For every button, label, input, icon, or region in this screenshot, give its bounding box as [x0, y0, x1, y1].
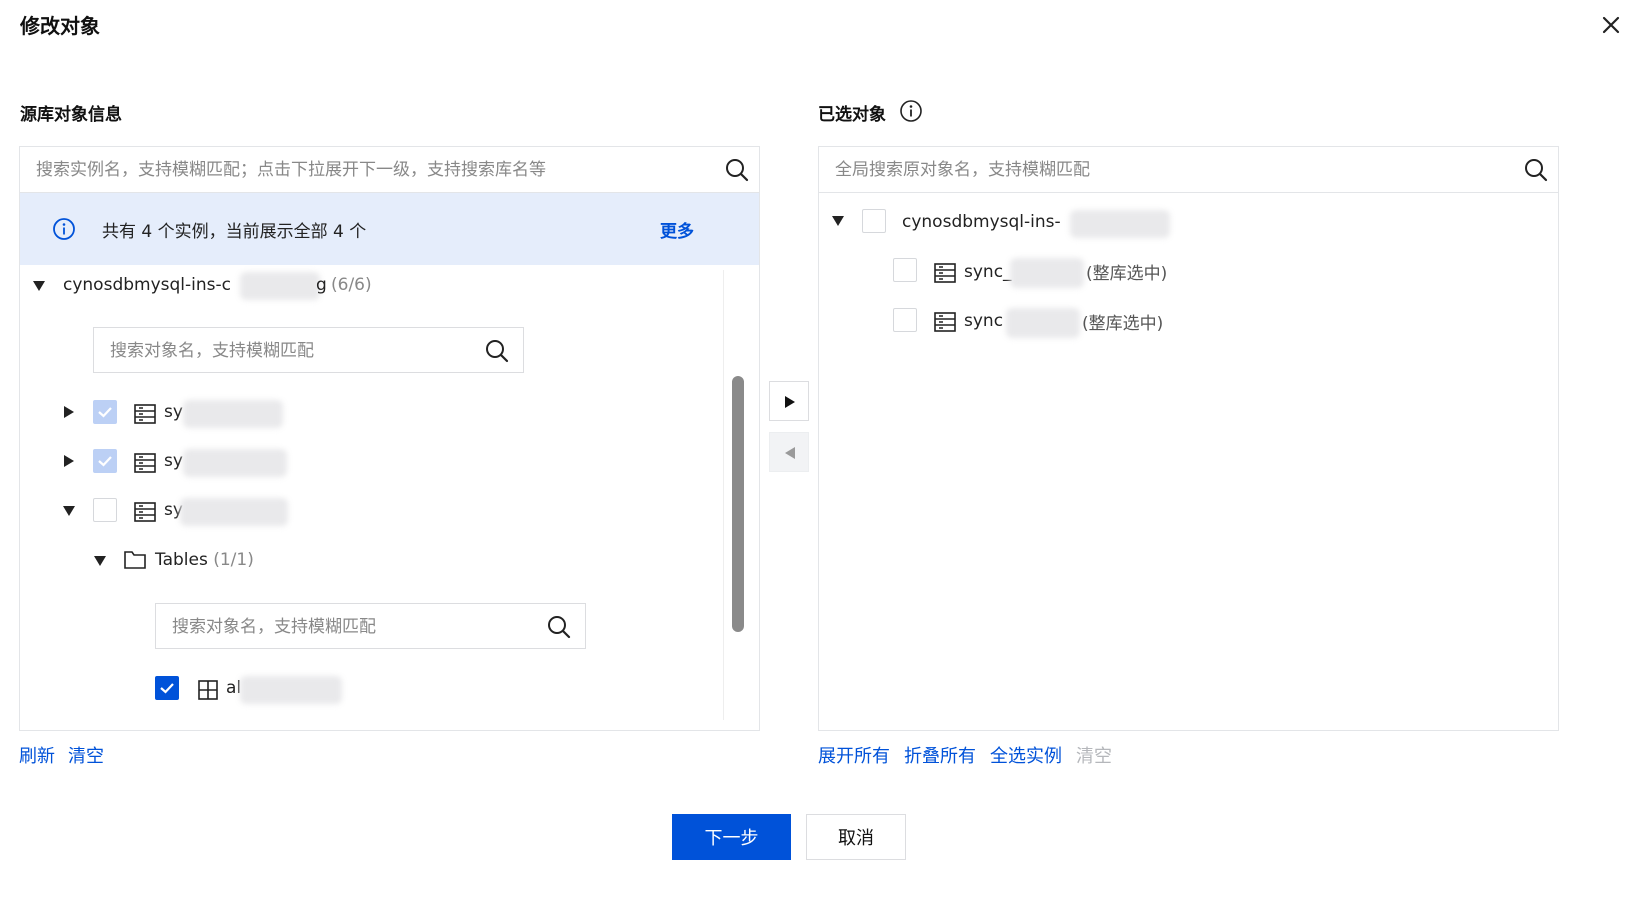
check-icon [98, 456, 112, 467]
source-section-title: 源库对象信息 [20, 105, 122, 125]
caret-down-icon[interactable] [93, 554, 107, 568]
blurred-db-name [180, 498, 288, 526]
blurred-table-name [240, 676, 342, 704]
db-checkbox[interactable] [93, 498, 117, 522]
refresh-link[interactable]: 刷新 [19, 742, 55, 768]
dialog-title: 修改对象 [20, 14, 100, 38]
blurred-selected-instance [1070, 210, 1170, 238]
db-search-input[interactable] [110, 339, 470, 363]
source-clear-link[interactable]: 清空 [68, 742, 104, 768]
instance-name[interactable]: cynosdbmysql-ins-c [63, 275, 231, 295]
selected-db-label[interactable]: sync [964, 311, 1003, 331]
cancel-button[interactable]: 取消 [806, 814, 906, 860]
caret-down-icon[interactable] [831, 214, 845, 228]
selected-db-checkbox[interactable] [893, 308, 917, 332]
check-icon [160, 683, 174, 694]
selected-panel [818, 146, 1559, 731]
database-icon [934, 312, 956, 332]
selected-instance-checkbox[interactable] [862, 209, 886, 233]
selected-clear-link: 清空 [1076, 746, 1112, 767]
caret-right-icon[interactable] [62, 454, 76, 468]
info-icon [53, 218, 75, 240]
search-icon[interactable] [546, 614, 572, 640]
table-search-input[interactable] [172, 615, 532, 639]
blurred-selected-db [1010, 258, 1084, 288]
source-search-bar [20, 147, 759, 193]
select-all-instances-link[interactable]: 全选实例 [990, 742, 1062, 768]
db-checkbox[interactable] [93, 400, 117, 424]
info-icon[interactable] [899, 99, 923, 123]
info-banner: 共有 4 个实例，当前展示全部 4 个 更多 [20, 193, 759, 265]
selected-db-note: (整库选中) [1086, 264, 1168, 284]
database-icon [934, 263, 956, 283]
close-icon[interactable] [1600, 14, 1622, 36]
db-label[interactable]: sy [164, 451, 183, 471]
arrow-right-icon [785, 396, 795, 408]
database-icon [134, 404, 156, 424]
collapse-all-link[interactable]: 折叠所有 [904, 742, 976, 768]
search-icon[interactable] [724, 157, 750, 183]
check-icon [98, 407, 112, 418]
expand-all-link[interactable]: 展开所有 [818, 742, 890, 768]
instance-count: (6/6) [331, 275, 372, 295]
search-icon[interactable] [484, 338, 510, 364]
source-search-input[interactable] [36, 158, 686, 182]
selected-db-checkbox[interactable] [893, 258, 917, 282]
move-right-button[interactable] [769, 381, 809, 421]
info-banner-text: 共有 4 个实例，当前展示全部 4 个 [102, 222, 367, 242]
scrollbar-thumb[interactable] [732, 376, 744, 632]
selected-db-label[interactable]: sync_ [964, 262, 1012, 282]
selected-db-note: (整库选中) [1082, 314, 1164, 334]
blurred-db-name [183, 449, 287, 477]
caret-down-icon[interactable] [62, 504, 76, 518]
caret-down-icon[interactable] [32, 279, 46, 293]
table-label[interactable]: al [226, 678, 241, 698]
table-search-box [155, 603, 586, 649]
db-checkbox[interactable] [93, 449, 117, 473]
table-checkbox[interactable] [155, 676, 179, 700]
blurred-selected-db [1006, 308, 1080, 338]
selected-search-input[interactable] [835, 158, 1485, 182]
folder-icon [124, 551, 146, 569]
blurred-instance-suffix [240, 272, 320, 300]
selected-section-title: 已选对象 [818, 105, 886, 125]
caret-right-icon[interactable] [62, 405, 76, 419]
db-label[interactable]: sy [164, 402, 183, 422]
table-icon [198, 680, 218, 700]
move-left-button [769, 432, 809, 472]
db-search-box [93, 327, 524, 373]
arrow-left-icon [785, 447, 795, 459]
selected-instance-name[interactable]: cynosdbmysql-ins- [902, 212, 1061, 232]
next-step-button[interactable]: 下一步 [672, 814, 791, 860]
database-icon [134, 453, 156, 473]
selected-search-bar [819, 147, 1558, 193]
tables-folder-label[interactable]: Tables (1/1) [155, 550, 254, 570]
banner-more-link[interactable]: 更多 [660, 217, 694, 242]
blurred-db-name [183, 400, 283, 428]
instance-suffix: g [316, 275, 327, 295]
search-icon[interactable] [1523, 157, 1549, 183]
database-icon [134, 502, 156, 522]
